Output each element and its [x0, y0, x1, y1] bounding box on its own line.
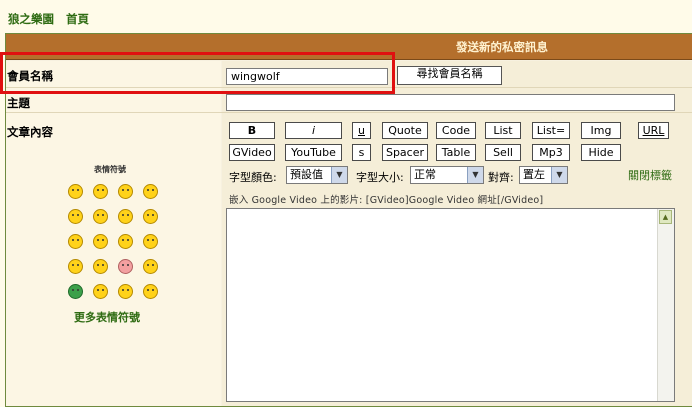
font-size-label: 字型大小: — [356, 171, 404, 184]
hide-button[interactable]: Hide — [581, 144, 621, 161]
align-label: 對齊: — [488, 171, 514, 184]
underline-button[interactable]: u — [352, 122, 371, 139]
row-divider — [6, 112, 692, 113]
scroll-up-icon[interactable]: ▲ — [659, 210, 672, 224]
thinking-icon[interactable] — [93, 284, 108, 299]
neutral-icon[interactable] — [143, 234, 158, 249]
image-button[interactable]: Img — [581, 122, 621, 139]
mad-icon[interactable] — [68, 259, 83, 274]
chevron-down-icon: ▼ — [467, 167, 483, 183]
textarea-scrollbar[interactable]: ▲ — [657, 209, 674, 401]
laugh-icon[interactable] — [143, 209, 158, 224]
font-color-label: 字型顏色: — [229, 171, 277, 184]
spacer-button[interactable]: Spacer — [382, 144, 428, 161]
surprised-icon[interactable] — [143, 184, 158, 199]
more-emoticons-link[interactable]: 更多表情符號 — [74, 309, 140, 325]
evil-icon[interactable] — [93, 259, 108, 274]
confused-icon[interactable] — [68, 234, 83, 249]
happy-icon[interactable] — [93, 184, 108, 199]
table-button[interactable]: Table — [436, 144, 476, 161]
teeth-icon[interactable] — [68, 284, 83, 299]
highlight-box — [0, 52, 395, 94]
subject-label: 主題 — [7, 96, 30, 110]
message-textarea[interactable]: ▲ — [226, 208, 675, 402]
rolleyes-icon[interactable] — [118, 259, 133, 274]
strike-button[interactable]: s — [352, 144, 371, 161]
font-size-value: 正常 — [414, 168, 436, 181]
font-color-select[interactable]: 預設值 ▼ — [286, 166, 348, 184]
smile-icon[interactable] — [68, 184, 83, 199]
cool-icon[interactable] — [118, 209, 133, 224]
bold-button[interactable]: B — [229, 122, 275, 139]
subject-input[interactable] — [226, 94, 675, 111]
blush-icon[interactable] — [93, 209, 108, 224]
ordered-list-button[interactable]: List= — [532, 122, 570, 139]
quote-button[interactable]: Quote — [382, 122, 428, 139]
font-color-value: 預設值 — [290, 168, 323, 181]
align-select[interactable]: 置左 ▼ — [519, 166, 568, 184]
url-button[interactable]: URL — [638, 122, 669, 139]
breadcrumb-home-link[interactable]: 首頁 — [66, 12, 89, 26]
sad-icon[interactable] — [118, 184, 133, 199]
close-tags-link[interactable]: 關閉標籤 — [628, 167, 672, 183]
breadcrumb: 狼之樂園 首頁 — [8, 11, 97, 27]
sell-button[interactable]: Sell — [485, 144, 521, 161]
breadcrumb-site-link[interactable]: 狼之樂園 — [8, 12, 54, 26]
shocked-icon[interactable] — [68, 209, 83, 224]
mp3-button[interactable]: Mp3 — [532, 144, 570, 161]
bbcode-hint: 嵌入 Google Video 上的影片: [GVideo]Google Vid… — [229, 195, 544, 206]
code-button[interactable]: Code — [436, 122, 476, 139]
chevron-down-icon: ▼ — [551, 167, 567, 183]
list-button[interactable]: List — [485, 122, 521, 139]
content-label: 文章內容 — [7, 125, 53, 139]
arrow-icon[interactable] — [118, 284, 133, 299]
emoticons-title: 表情符號 — [94, 165, 126, 174]
embarrassed-icon[interactable] — [118, 234, 133, 249]
italic-button[interactable]: i — [285, 122, 342, 139]
gvideo-button[interactable]: GVideo — [229, 144, 275, 161]
font-size-select[interactable]: 正常 ▼ — [410, 166, 484, 184]
exclaim-icon[interactable] — [143, 284, 158, 299]
youtube-button[interactable]: YouTube — [285, 144, 342, 161]
wink-icon[interactable] — [143, 259, 158, 274]
find-member-button[interactable]: 尋找會員名稱 — [397, 66, 502, 85]
grin-icon[interactable] — [93, 234, 108, 249]
align-value: 置左 — [523, 168, 545, 181]
chevron-down-icon: ▼ — [331, 167, 347, 183]
